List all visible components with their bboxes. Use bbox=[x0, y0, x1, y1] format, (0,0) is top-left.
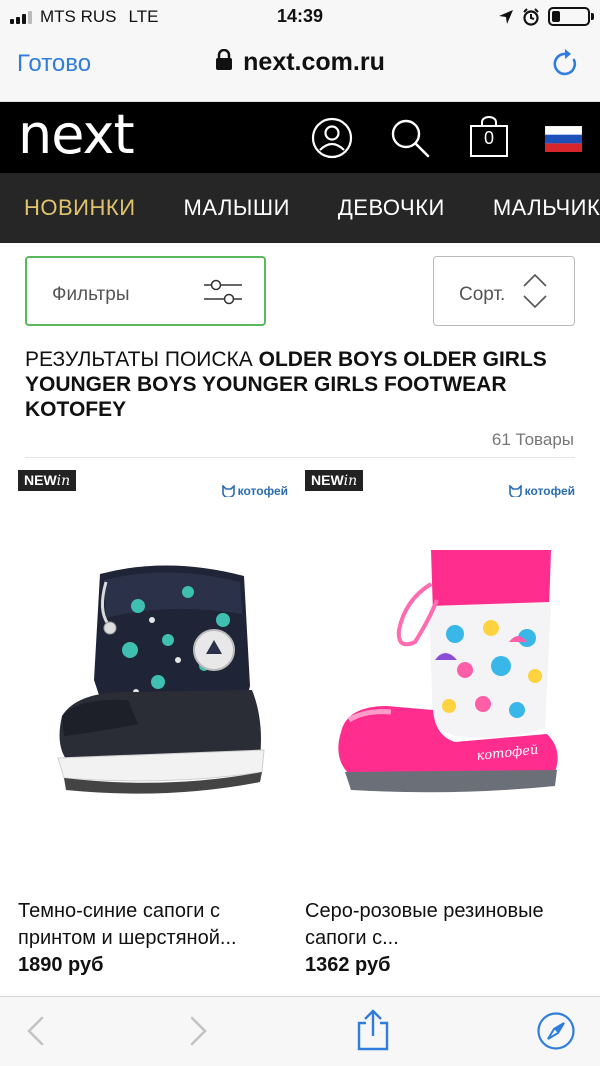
product-image: котофей bbox=[338, 550, 558, 793]
results-count: 61 Товары bbox=[491, 430, 574, 449]
url-text: next.com.ru bbox=[243, 48, 385, 76]
location-icon bbox=[499, 9, 513, 24]
address-bar: Готово next.com.ru bbox=[0, 34, 600, 102]
reload-icon[interactable] bbox=[552, 48, 580, 78]
sort-arrows-icon bbox=[523, 273, 547, 309]
sort-label: Сорт. bbox=[459, 284, 506, 305]
search-icon[interactable] bbox=[388, 116, 432, 160]
filters-label: Фильтры bbox=[52, 284, 130, 305]
site-header: next 0 bbox=[0, 102, 600, 173]
share-icon[interactable] bbox=[356, 1009, 390, 1051]
product-name[interactable]: Серо-розовые резиновые сапоги с... bbox=[305, 898, 575, 952]
category-babies[interactable]: МАЛЫШИ bbox=[184, 195, 290, 221]
category-nav: НОВИНКИ МАЛЫШИ ДЕВОЧКИ МАЛЬЧИКИ bbox=[0, 173, 600, 243]
results-heading: РЕЗУЛЬТАТЫ ПОИСКА OLDER BOYS OLDER GIRLS… bbox=[25, 347, 585, 422]
brand-logo: котофей bbox=[508, 484, 575, 498]
sort-button[interactable]: Сорт. bbox=[433, 256, 575, 326]
badge-suffix: in bbox=[56, 473, 71, 489]
account-icon[interactable] bbox=[310, 116, 354, 160]
compass-icon[interactable] bbox=[536, 1011, 576, 1051]
browser-toolbar bbox=[0, 996, 600, 1066]
badge-main: NEW bbox=[311, 472, 344, 488]
lock-icon bbox=[216, 49, 233, 70]
product-price: 1890 руб bbox=[18, 954, 104, 976]
badge-main: NEW bbox=[24, 472, 57, 488]
filters-button[interactable]: Фильтры bbox=[25, 256, 266, 326]
product-name[interactable]: Темно-синие сапоги с принтом и шерстяной… bbox=[18, 898, 288, 952]
badge-suffix: in bbox=[343, 473, 358, 489]
alarm-icon bbox=[523, 7, 539, 26]
cat-icon bbox=[508, 485, 522, 497]
new-in-badge: NEWin bbox=[18, 470, 77, 491]
product-price: 1362 руб bbox=[305, 954, 391, 976]
product-card[interactable]: NEWin котофей котофей Серо-розовые резин… bbox=[305, 470, 575, 990]
product-image bbox=[57, 565, 265, 794]
bag-button[interactable]: 0 bbox=[468, 116, 510, 158]
url-field[interactable]: next.com.ru bbox=[0, 48, 600, 77]
results-prefix: РЕЗУЛЬТАТЫ ПОИСКА bbox=[25, 348, 259, 371]
bag-count: 0 bbox=[483, 128, 494, 148]
divider bbox=[25, 457, 575, 458]
forward-icon[interactable] bbox=[188, 1015, 210, 1047]
category-new[interactable]: НОВИНКИ bbox=[24, 195, 136, 221]
brand-name: котофей bbox=[524, 484, 575, 498]
product-card[interactable]: NEWin котофей Темно-синие сапоги с принт… bbox=[18, 470, 288, 990]
status-bar: MTS RUS LTE 14:39 bbox=[0, 0, 600, 34]
russia-flag-icon[interactable] bbox=[545, 126, 582, 152]
new-in-badge: NEWin bbox=[305, 470, 364, 491]
filter-sliders-icon bbox=[204, 279, 242, 305]
next-logo[interactable]: next bbox=[18, 104, 135, 166]
battery-icon bbox=[548, 7, 594, 26]
brand-logo: котофей bbox=[221, 484, 288, 498]
status-right bbox=[498, 7, 594, 26]
cat-icon bbox=[221, 485, 235, 497]
brand-name: котофей bbox=[237, 484, 288, 498]
back-icon[interactable] bbox=[24, 1015, 46, 1047]
category-boys[interactable]: МАЛЬЧИКИ bbox=[493, 195, 600, 221]
category-girls[interactable]: ДЕВОЧКИ bbox=[338, 195, 445, 221]
